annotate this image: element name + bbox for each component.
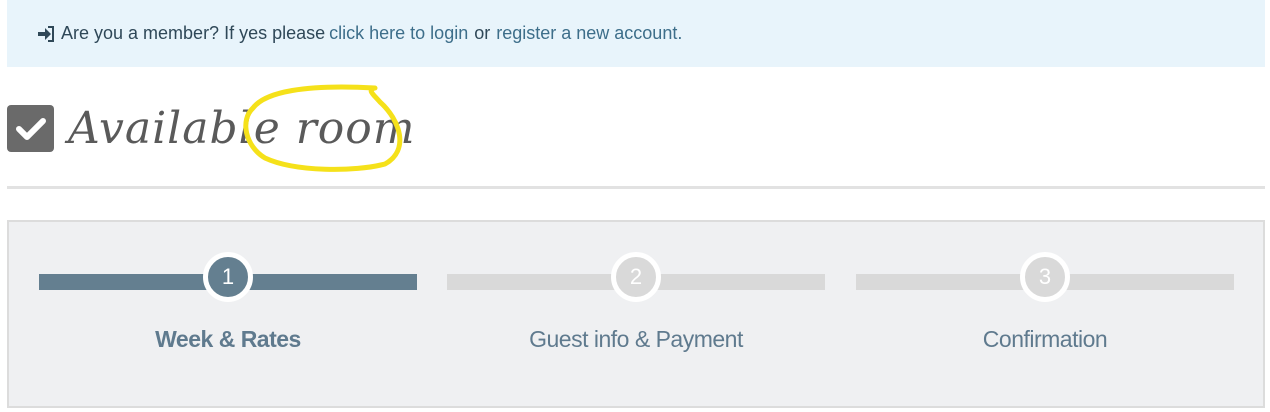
page-title: Available room	[68, 103, 416, 154]
login-notice-bar: Are you a member? If yes please click he…	[7, 0, 1265, 67]
step-week-rates[interactable]: 1 Week & Rates	[39, 222, 417, 406]
sign-in-icon	[37, 25, 55, 42]
step-label: Confirmation	[982, 326, 1108, 352]
step-label: Guest info & Payment	[529, 326, 743, 352]
login-link[interactable]: click here to login	[329, 23, 468, 44]
or-text: or	[474, 23, 491, 43]
divider	[7, 186, 1265, 189]
step-confirmation[interactable]: 3 Confirmation	[856, 222, 1234, 406]
step-label: Week & Rates	[155, 326, 301, 352]
login-prompt-text: Are you a member? If yes please	[61, 23, 326, 43]
page-heading: Available room	[7, 103, 415, 154]
register-link[interactable]: register a new account.	[496, 23, 682, 44]
step-number-circle: 1	[203, 252, 253, 302]
booking-steps-panel: 1 Week & Rates 2 Guest info & Payment 3 …	[7, 220, 1265, 408]
step-number-circle: 3	[1020, 252, 1070, 302]
step-number-circle: 2	[611, 252, 661, 302]
checkbox-icon	[7, 105, 54, 152]
step-guest-info-payment[interactable]: 2 Guest info & Payment	[447, 222, 825, 406]
